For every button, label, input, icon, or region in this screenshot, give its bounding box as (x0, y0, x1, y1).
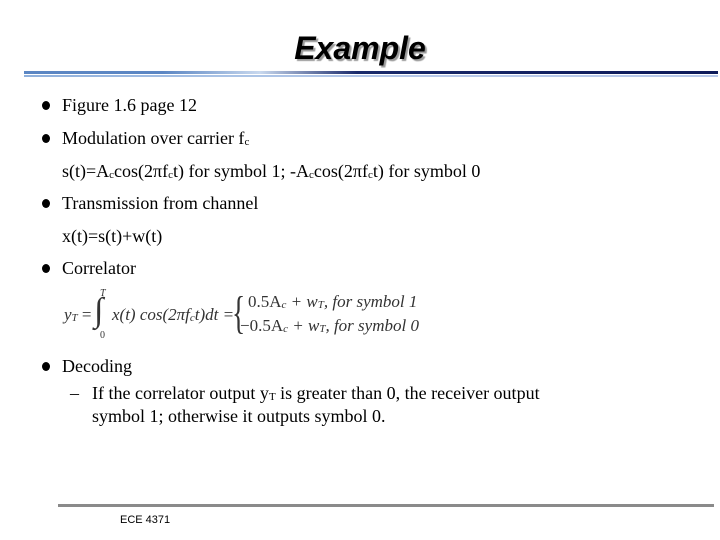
eq-part: t) for symbol 1; -A (173, 161, 309, 181)
bullet-transmission: Transmission from channel (62, 193, 259, 213)
decoding-text: If the correlator output y (92, 383, 269, 403)
formula-y: y (64, 305, 72, 324)
bullet-correlator: Correlator (62, 258, 136, 278)
title-divider (24, 71, 718, 78)
eq-part: cos(2πf (114, 161, 169, 181)
bullet-modulation-text: Modulation over carrier f (62, 128, 245, 148)
bullet-icon (42, 199, 50, 208)
case-label: , for symbol 0 (325, 316, 419, 335)
bullet-modulation: Modulation over carrier fc (62, 127, 249, 153)
case-plus: + w (288, 316, 320, 335)
bullet-icon (42, 101, 50, 110)
decoding-text: is greater than 0, the receiver output (275, 383, 540, 403)
title-divider-bottom (24, 75, 718, 77)
integral-lower-limit: 0 (100, 330, 105, 341)
eq-part: cos(2πf (313, 161, 368, 181)
formula-case-symbol-0: −0.5Ac + wT, for symbol 0 (240, 316, 419, 336)
correlator-formula: yT = T ∫ 0 x(t) cos(2πfct)dt = { 0.5Ac +… (60, 288, 440, 344)
bullet-icon (42, 134, 50, 143)
eq-part: s(t)=A (62, 161, 110, 181)
formula-case-symbol-1: 0.5Ac + wT, for symbol 1 (248, 292, 417, 312)
bullet-decoding: Decoding (62, 356, 132, 376)
bullet-icon (42, 362, 50, 371)
subscript: c (244, 136, 250, 148)
subscript: T (268, 391, 276, 403)
formula-equals: = (77, 305, 92, 324)
footer-course-label: ECE 4371 (120, 514, 171, 526)
decoding-dash: – (70, 383, 79, 403)
slide-title: Example (294, 30, 426, 66)
case-label: , for symbol 1 (323, 292, 418, 311)
footer-divider (58, 504, 714, 507)
integrand-text: x(t) cos(2πf (112, 305, 190, 324)
title-divider-top (24, 71, 718, 74)
bullet-figure-ref: Figure 1.6 page 12 (62, 95, 197, 115)
decoding-line-2: symbol 1; otherwise it outputs symbol 0. (92, 406, 386, 426)
bullet-icon (42, 264, 50, 273)
modulation-equation: s(t)=Accos(2πfct) for symbol 1; -Accos(2… (62, 160, 480, 186)
channel-equation: x(t)=s(t)+w(t) (62, 226, 163, 246)
integrand-end: t)dt = (194, 305, 235, 324)
case-value: −0.5A (240, 316, 284, 335)
formula-integrand: x(t) cos(2πfct)dt = (112, 305, 234, 325)
integral-sign: ∫ (94, 292, 104, 329)
case-plus: + w (286, 292, 318, 311)
eq-part: t) for symbol 0 (372, 161, 481, 181)
case-value: 0.5A (248, 292, 282, 311)
formula-lhs: yT = (64, 305, 92, 325)
